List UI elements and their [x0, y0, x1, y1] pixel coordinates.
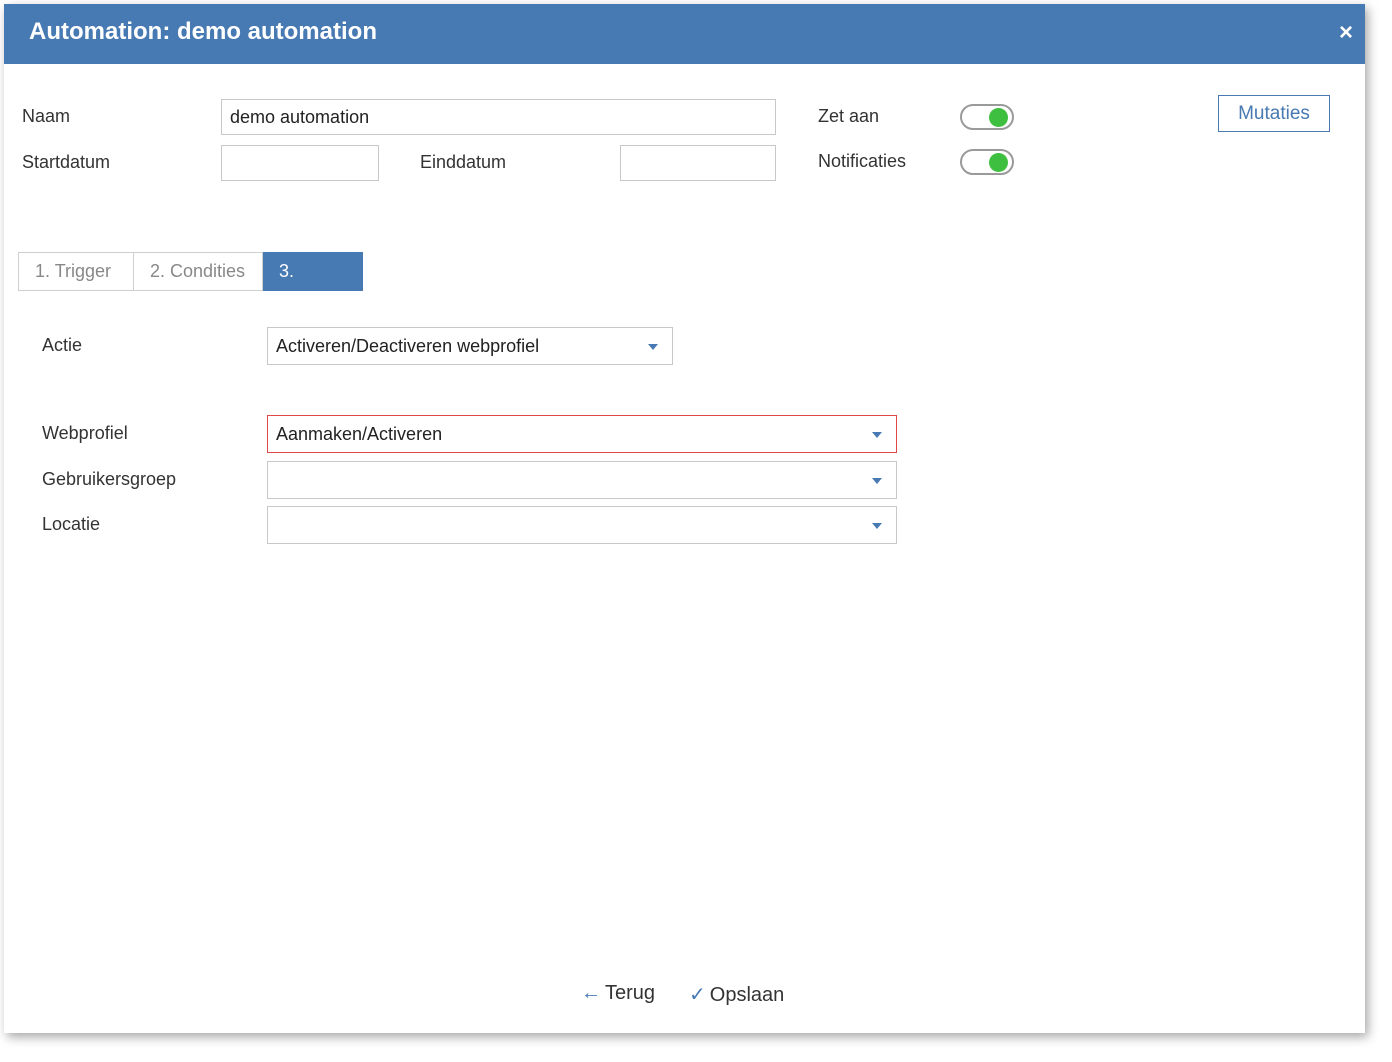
zet-aan-toggle[interactable] [960, 104, 1014, 130]
einddatum-input[interactable] [620, 145, 776, 181]
zet-aan-label: Zet aan [818, 106, 880, 126]
locatie-select[interactable] [267, 506, 897, 544]
step-tabs: 1. Trigger 2. Condities 3. Acties [18, 252, 363, 318]
dialog-titlebar: Automation: demo automation × [4, 4, 1365, 64]
naam-input[interactable]: demo automation [221, 99, 776, 135]
save-label: Opslaan [709, 984, 785, 1006]
gebruikersgroep-label: Gebruikersgroep [42, 469, 177, 489]
einddatum-label: Einddatum [420, 152, 507, 172]
back-label: Terug [605, 982, 656, 1004]
notificaties-toggle[interactable] [960, 149, 1014, 175]
naam-label: Naam [22, 106, 71, 126]
close-icon[interactable]: × [1339, 19, 1353, 47]
webprofiel-label: Webprofiel [42, 423, 128, 443]
startdatum-input[interactable] [221, 145, 379, 181]
locatie-label: Locatie [42, 514, 101, 534]
check-icon: ✓ [689, 984, 706, 1006]
chevron-down-icon [648, 344, 658, 350]
mutaties-button[interactable]: Mutaties [1218, 95, 1330, 132]
webprofiel-select-value: Aanmaken/Activeren [276, 424, 443, 444]
toggle-knob [989, 108, 1008, 127]
back-button[interactable]: ← Terug [581, 982, 655, 1005]
tab-trigger[interactable]: 1. Trigger [18, 252, 134, 291]
actie-select[interactable]: Activeren/Deactiveren webprofiel [267, 327, 673, 365]
notificaties-label: Notificaties [818, 151, 907, 171]
gebruikersgroep-select[interactable] [267, 461, 897, 499]
chevron-down-icon [872, 432, 882, 438]
save-button[interactable]: ✓ Opslaan [689, 982, 784, 1007]
actie-select-value: Activeren/Deactiveren webprofiel [276, 336, 540, 356]
actie-label: Actie [42, 335, 83, 355]
startdatum-label: Startdatum [22, 152, 111, 172]
chevron-down-icon [872, 523, 882, 529]
arrow-left-icon: ← [581, 982, 601, 1004]
tab-acties[interactable]: 3. Acties [263, 252, 363, 318]
chevron-down-icon [872, 478, 882, 484]
webprofiel-select[interactable]: Aanmaken/Activeren [267, 415, 897, 453]
dialog-title: Automation: demo automation [29, 18, 377, 45]
toggle-knob [989, 153, 1008, 172]
tab-condities[interactable]: 2. Condities [134, 252, 263, 291]
